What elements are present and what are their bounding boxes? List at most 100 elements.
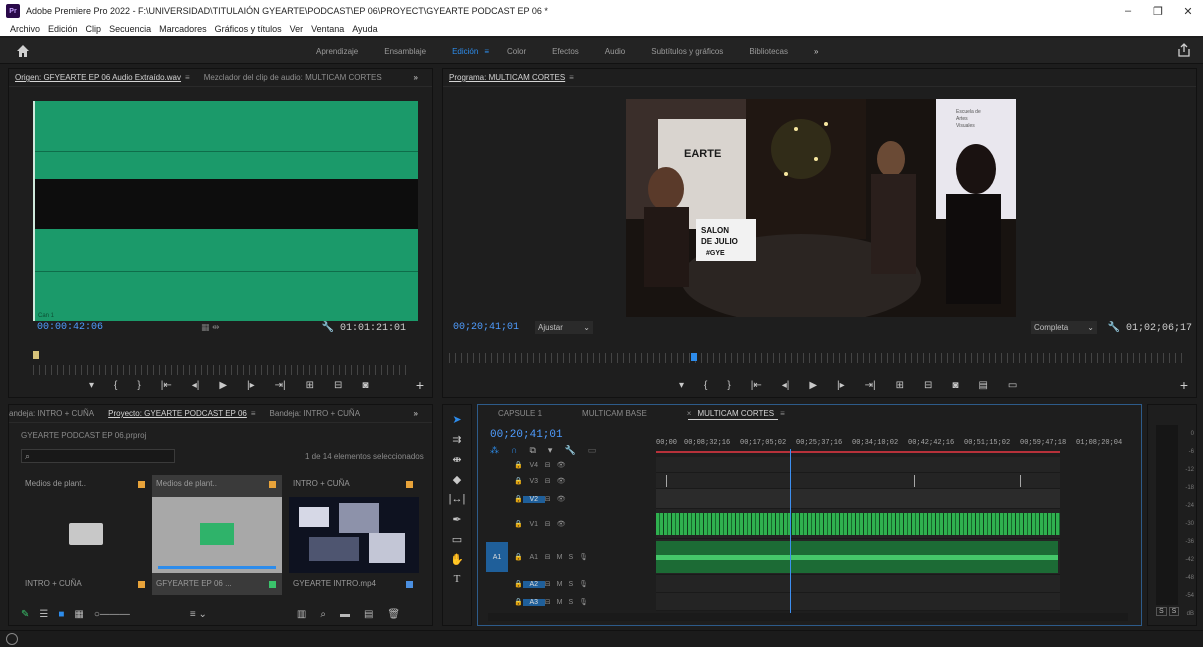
type-tool-icon[interactable]: T xyxy=(454,573,461,593)
project-menu-icon[interactable]: ≡ xyxy=(251,409,256,418)
tab-bin-intro-2[interactable]: Bandeja: INTRO + CUÑA xyxy=(270,409,360,418)
tab-project[interactable]: Proyecto: GYEARTE PODCAST EP 06 xyxy=(108,409,247,418)
timeline-playhead[interactable] xyxy=(790,449,791,615)
source-more-icon[interactable]: » xyxy=(414,73,418,82)
tab-capsule-1[interactable]: CAPSULE 1 xyxy=(498,409,542,418)
program-step-back-button[interactable]: ◂| xyxy=(782,380,790,391)
solo-left-button[interactable]: S xyxy=(1156,607,1167,616)
solo-button[interactable]: S xyxy=(568,581,573,588)
program-add-button[interactable]: + xyxy=(1180,377,1188,393)
solo-right-button[interactable]: S xyxy=(1168,607,1180,616)
workspace-color[interactable]: Color xyxy=(507,47,526,56)
mic-icon[interactable]: 🎙 xyxy=(579,580,588,588)
tab-program[interactable]: Programa: MULTICAM CORTES xyxy=(449,73,565,82)
menu-graficos[interactable]: Gráficos y títulos xyxy=(215,24,282,34)
menu-archivo[interactable]: Archivo xyxy=(10,24,40,34)
sync-lock-icon[interactable]: ⊟ xyxy=(545,477,551,485)
mute-button[interactable]: M xyxy=(557,581,563,588)
hand-tool-icon[interactable]: ✋ xyxy=(450,553,464,573)
track-select-tool-icon[interactable]: ⇉ xyxy=(452,433,461,453)
solo-button[interactable]: S xyxy=(568,599,573,606)
audio-clip[interactable] xyxy=(656,541,1058,573)
lock-icon[interactable]: 🔒 xyxy=(514,520,523,528)
timeline-zoom-scrollbar[interactable] xyxy=(488,613,1128,621)
eye-icon[interactable]: 👁 xyxy=(557,461,566,469)
source-add-button[interactable]: + xyxy=(416,377,424,393)
tab-audio-clip-mixer[interactable]: Mezclador del clip de audio: MULTICAM CO… xyxy=(204,73,382,82)
program-camera-icon[interactable]: ◙ xyxy=(952,380,958,391)
new-item-icon[interactable]: ▤ xyxy=(364,609,373,620)
program-menu-icon[interactable]: ≡ xyxy=(569,73,574,82)
program-ruler[interactable] xyxy=(449,353,1185,363)
lock-icon[interactable]: 🔒 xyxy=(514,461,523,469)
program-add-marker-button[interactable]: ▾ xyxy=(679,380,684,391)
menu-ventana[interactable]: Ventana xyxy=(311,24,344,34)
quality-dropdown[interactable]: Completa ⌄ xyxy=(1031,321,1097,334)
lift-button[interactable]: ⊞ xyxy=(896,380,904,391)
sync-lock-icon[interactable]: ⊟ xyxy=(545,495,551,503)
razor-tool-icon[interactable]: ◆ xyxy=(453,473,461,493)
camera-icon[interactable]: ◙ xyxy=(362,380,368,391)
mic-icon[interactable]: 🎙 xyxy=(579,598,588,606)
eye-icon[interactable]: 👁 xyxy=(557,520,566,528)
sync-lock-icon[interactable]: ⊟ xyxy=(545,598,551,606)
source-timecode[interactable]: 00:00:42:06 xyxy=(37,322,103,333)
find-icon[interactable]: ⌕ xyxy=(320,609,326,620)
pencil-icon[interactable]: ✎ xyxy=(21,609,29,620)
workspace-ensamblaje[interactable]: Ensamblaje xyxy=(384,47,426,56)
program-mark-in-button[interactable]: { xyxy=(704,380,707,391)
insert-button[interactable]: ⊞ xyxy=(306,380,314,391)
workspace-efectos[interactable]: Efectos xyxy=(552,47,579,56)
program-step-forward-button[interactable]: |▸ xyxy=(837,380,845,391)
sync-lock-icon[interactable]: ⊟ xyxy=(545,580,551,588)
overwrite-button[interactable]: ⊟ xyxy=(334,380,342,391)
tab-source[interactable]: Origen: GFYEARTE EP 06 Audio Extraído.wa… xyxy=(15,73,181,82)
go-to-out-button[interactable]: ⇥| xyxy=(275,380,286,391)
snap-icon[interactable]: ∩ xyxy=(511,445,517,456)
tab-multicam-cortes[interactable]: MULTICAM CORTES xyxy=(697,409,774,418)
timeline-ruler[interactable]: 00;00 00;08;32;16 00;17;05;02 00;25;37;1… xyxy=(656,439,1132,447)
menu-secuencia[interactable]: Secuencia xyxy=(109,24,151,34)
lock-icon[interactable]: 🔒 xyxy=(514,598,523,606)
workspace-audio[interactable]: Audio xyxy=(605,47,625,56)
lock-icon[interactable]: 🔒 xyxy=(514,477,523,485)
sync-lock-icon[interactable]: ⊟ xyxy=(545,553,551,561)
source-patch-a1[interactable]: A1 xyxy=(486,542,508,572)
program-mark-out-button[interactable]: } xyxy=(727,380,730,391)
video-clip[interactable] xyxy=(656,513,1060,535)
program-go-to-out-button[interactable]: ⇥| xyxy=(865,380,876,391)
timeline-timecode[interactable]: 00;20;41;01 xyxy=(490,429,563,441)
project-search-input[interactable]: ⌕ xyxy=(21,449,175,463)
solo-button[interactable]: S xyxy=(568,554,573,561)
source-playhead[interactable] xyxy=(33,351,39,359)
program-go-to-in-button[interactable]: |⇤ xyxy=(751,380,762,391)
step-forward-button[interactable]: |▸ xyxy=(247,380,255,391)
program-timecode[interactable]: 00;20;41;01 xyxy=(453,322,519,333)
program-playhead[interactable] xyxy=(691,353,697,361)
menu-edicion[interactable]: Edición xyxy=(48,24,78,34)
mute-button[interactable]: M xyxy=(557,599,563,606)
comparison-view-button[interactable]: ▤ xyxy=(978,380,987,391)
workspace-menu-icon[interactable]: ≡ xyxy=(484,47,489,56)
wrench-icon[interactable]: 🔧 xyxy=(564,445,575,456)
eye-icon[interactable]: 👁 xyxy=(557,495,566,503)
captions-icon[interactable]: ▭ xyxy=(588,445,597,456)
freeform-view-icon[interactable]: ▦ xyxy=(74,609,83,620)
new-bin-icon[interactable]: ▬ xyxy=(340,609,350,620)
project-more-icon[interactable]: » xyxy=(414,409,418,418)
sync-lock-icon[interactable]: ⊟ xyxy=(545,520,551,528)
trash-icon[interactable]: 🗑 xyxy=(387,609,400,620)
nest-icon[interactable]: ⁂ xyxy=(490,445,499,456)
tab-bin-intro[interactable]: andeja: INTRO + CUÑA xyxy=(9,409,94,418)
home-icon[interactable] xyxy=(16,44,30,58)
mark-out-button[interactable]: } xyxy=(137,380,140,391)
maximize-button[interactable]: ❐ xyxy=(1143,0,1173,22)
step-back-button[interactable]: ◂| xyxy=(192,380,200,391)
workspace-subtitulos[interactable]: Subtítulos y gráficos xyxy=(651,47,723,56)
ripple-edit-tool-icon[interactable]: ⇼ xyxy=(452,453,461,473)
linked-selection-icon[interactable]: ⧉ xyxy=(529,445,535,456)
zoom-slider[interactable]: ○——— xyxy=(94,609,130,620)
audio-waveform[interactable]: Can 1 xyxy=(35,101,418,321)
automate-icon[interactable]: ▥ xyxy=(297,609,306,620)
source-insert-icon[interactable]: ▦ ⇹ xyxy=(201,322,220,333)
